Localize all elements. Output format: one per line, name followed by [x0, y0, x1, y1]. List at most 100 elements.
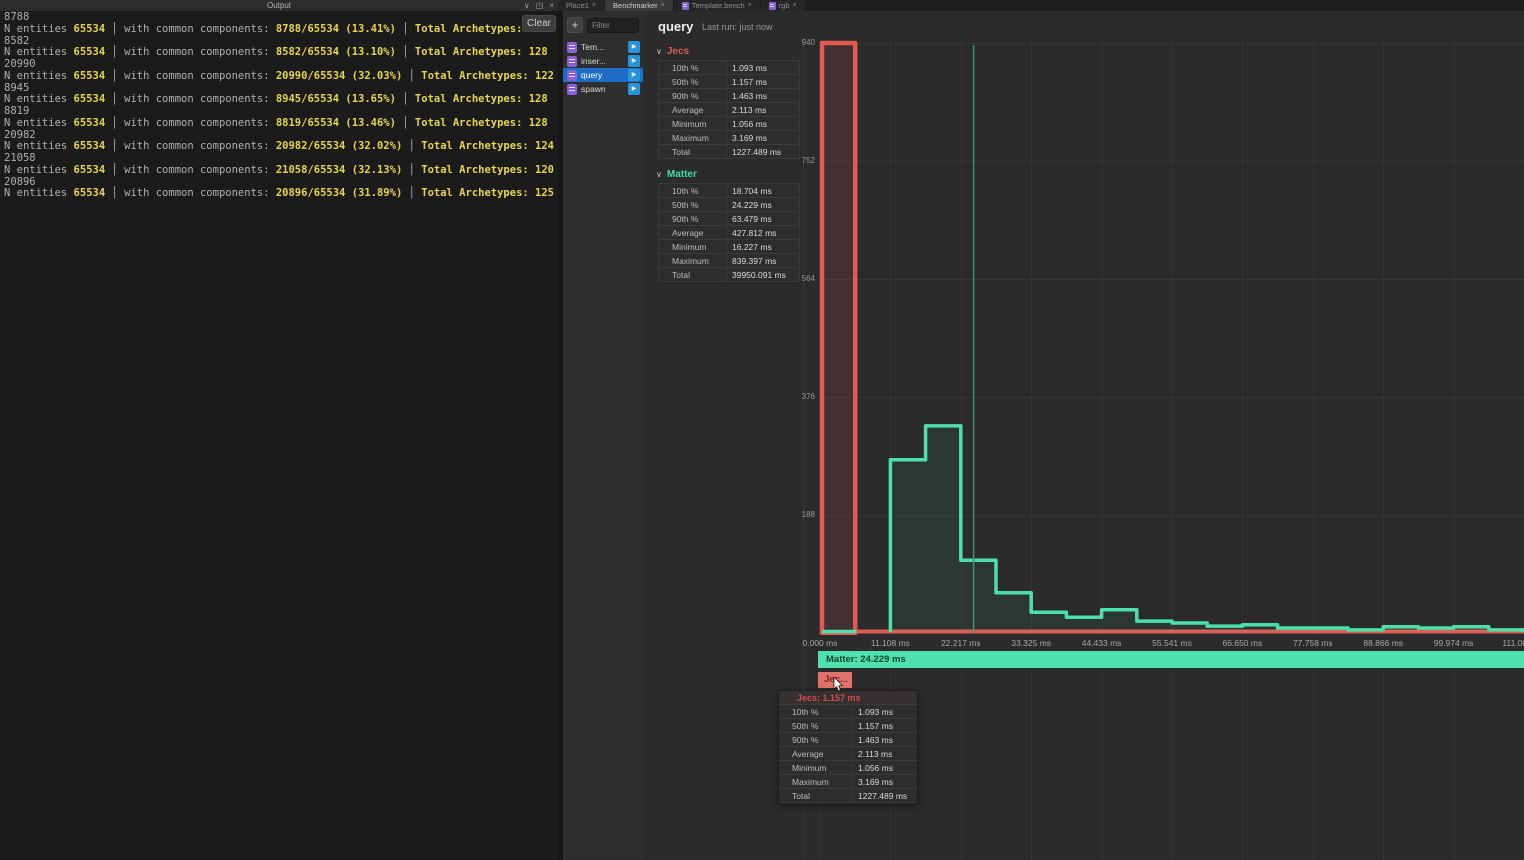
log-entry-line: N entities 65534 │ with common component… — [4, 47, 518, 59]
tab-close-icon[interactable]: × — [793, 2, 797, 9]
log-fraction-value: 8788/65534 (13.41%) — [276, 23, 396, 35]
log-entities-value: 65534 — [74, 70, 106, 82]
y-tick-label: 752 — [787, 156, 815, 165]
stat-label: Average — [779, 747, 853, 760]
x-tick-label: 22.217 ms — [941, 638, 981, 648]
x-tick-label: 99.974 ms — [1434, 638, 1474, 648]
stat-value: 1.056 ms — [727, 117, 799, 130]
stat-label: 90th % — [779, 733, 853, 746]
filter-input[interactable] — [587, 18, 639, 33]
log-text: N entities — [4, 140, 74, 152]
tooltip-stat-row: Maximum3.169 ms — [779, 775, 917, 789]
chevron-down-icon: ∨ — [656, 47, 662, 56]
stat-value: 427.812 ms — [727, 226, 799, 239]
x-tick-label: 77.758 ms — [1293, 638, 1333, 648]
section-name: Matter — [667, 169, 697, 180]
y-tick-label: 376 — [787, 392, 815, 401]
log-separator: │ with common components: — [105, 164, 276, 176]
tooltip-stat-row: Average2.113 ms — [779, 747, 917, 761]
tab-close-icon[interactable]: × — [661, 2, 665, 9]
add-benchmark-button[interactable]: + — [567, 17, 583, 33]
x-tick-label: 33.325 ms — [1011, 638, 1051, 648]
mouse-cursor-icon — [833, 677, 845, 693]
log-fraction-value: 21058/65534 (32.13%) — [276, 164, 402, 176]
bench-item-inser[interactable]: inser...▶ — [563, 54, 643, 68]
stat-row: Minimum1.056 ms — [659, 117, 799, 131]
tab-label: Benchmarker — [613, 1, 658, 10]
x-tick-label: 0.000 ms — [803, 638, 838, 648]
tab-close-icon[interactable]: × — [748, 2, 752, 9]
clear-button[interactable]: Clear — [522, 15, 556, 32]
tooltip-stat-row: 50th %1.157 ms — [779, 719, 917, 733]
bench-item-label: spawn — [581, 84, 606, 94]
close-icon[interactable]: × — [549, 0, 554, 11]
stat-label: Maximum — [659, 254, 727, 267]
section-header-jecs[interactable]: ∨Jecs — [656, 44, 801, 58]
bench-item-Tem[interactable]: Tem...▶ — [563, 40, 643, 54]
log-entities-value: 65534 — [74, 117, 106, 129]
log-entities-value: 65534 — [74, 23, 106, 35]
run-benchmark-button[interactable]: ▶ — [628, 55, 640, 67]
tab-rgb[interactable]: rgb× — [761, 0, 806, 11]
stat-label: Minimum — [779, 761, 853, 774]
collapse-chevron-icon[interactable]: ∨ — [524, 0, 530, 11]
x-tick-label: 88.866 ms — [1363, 638, 1403, 648]
log-separator: │ — [402, 140, 421, 152]
run-benchmark-button[interactable]: ▶ — [628, 69, 640, 81]
log-separator: │ — [402, 164, 421, 176]
stat-row: Minimum16.227 ms — [659, 240, 799, 254]
stat-value: 1227.489 ms — [853, 789, 917, 802]
matter-percentile-bar[interactable]: Matter: 24.229 ms — [818, 651, 1524, 668]
log-entities-value: 65534 — [74, 140, 106, 152]
chevron-down-icon: ∨ — [656, 170, 662, 179]
tooltip-stat-row: 10th %1.093 ms — [779, 705, 917, 719]
log-fraction-value: 20896/65534 (31.89%) — [276, 187, 402, 199]
x-tick-label: 111.083 ms — [1502, 638, 1524, 648]
stat-label: 50th % — [779, 719, 853, 732]
histogram-chart[interactable] — [815, 40, 1524, 652]
popout-icon[interactable]: ◳ — [536, 0, 544, 11]
stat-value: 16.227 ms — [727, 240, 799, 253]
script-icon — [567, 70, 577, 81]
stat-row: Total1227.489 ms — [659, 145, 799, 159]
stat-label: 10th % — [779, 705, 853, 718]
bench-item-query[interactable]: query▶ — [563, 68, 643, 82]
log-separator: │ with common components: — [105, 117, 276, 129]
stat-label: Minimum — [659, 240, 727, 253]
stat-row: Average2.113 ms — [659, 103, 799, 117]
stat-value: 1.463 ms — [727, 89, 799, 102]
run-benchmark-button[interactable]: ▶ — [628, 83, 640, 95]
stat-label: Total — [779, 789, 853, 802]
document-tabbar: Place1×Benchmarker×Template.bench×rgb× — [558, 0, 1524, 11]
benchmarker-app: Output ∨ ◳ × Place1×Benchmarker×Template… — [0, 0, 1524, 860]
stat-row: 50th %24.229 ms — [659, 198, 799, 212]
tooltip-stat-row: Total1227.489 ms — [779, 789, 917, 803]
script-icon — [769, 2, 776, 10]
bench-item-spawn[interactable]: spawn ▶ — [563, 82, 643, 96]
log-fraction-value: 8945/65534 (13.65%) — [276, 93, 396, 105]
stat-row: 50th %1.157 ms — [659, 75, 799, 89]
stat-value: 3.169 ms — [727, 131, 799, 144]
stat-row: 10th %18.704 ms — [659, 184, 799, 198]
tab-template.bench[interactable]: Template.bench× — [674, 0, 761, 11]
tab-close-icon[interactable]: × — [592, 2, 596, 9]
log-archetypes-value: Total Archetypes: 128 — [415, 46, 548, 58]
log-text: N entities — [4, 46, 74, 58]
tooltip-title: Jecs: 1.157 ms — [779, 691, 917, 705]
stat-label: 50th % — [659, 198, 727, 211]
run-benchmark-button[interactable]: ▶ — [628, 41, 640, 53]
stat-label: Maximum — [659, 131, 727, 144]
tab-benchmarker[interactable]: Benchmarker× — [605, 0, 674, 11]
stat-value: 839.397 ms — [727, 254, 799, 267]
stat-label: 10th % — [659, 184, 727, 197]
tab-place1[interactable]: Place1× — [558, 0, 605, 11]
log-text: N entities — [4, 187, 74, 199]
section-header-matter[interactable]: ∨ Matter — [656, 167, 801, 181]
x-tick-label: 44.433 ms — [1082, 638, 1122, 648]
benchmark-list: Tem...▶inser...▶query▶ spawn ▶ — [563, 40, 643, 96]
log-entities-value: 65534 — [74, 164, 106, 176]
stat-value: 1.157 ms — [853, 719, 917, 732]
x-tick-label: 55.541 ms — [1152, 638, 1192, 648]
log-archetypes-value: Total Archetypes: 124 — [421, 140, 554, 152]
log-archetypes-value: Total Archetypes: 128 — [415, 117, 548, 129]
